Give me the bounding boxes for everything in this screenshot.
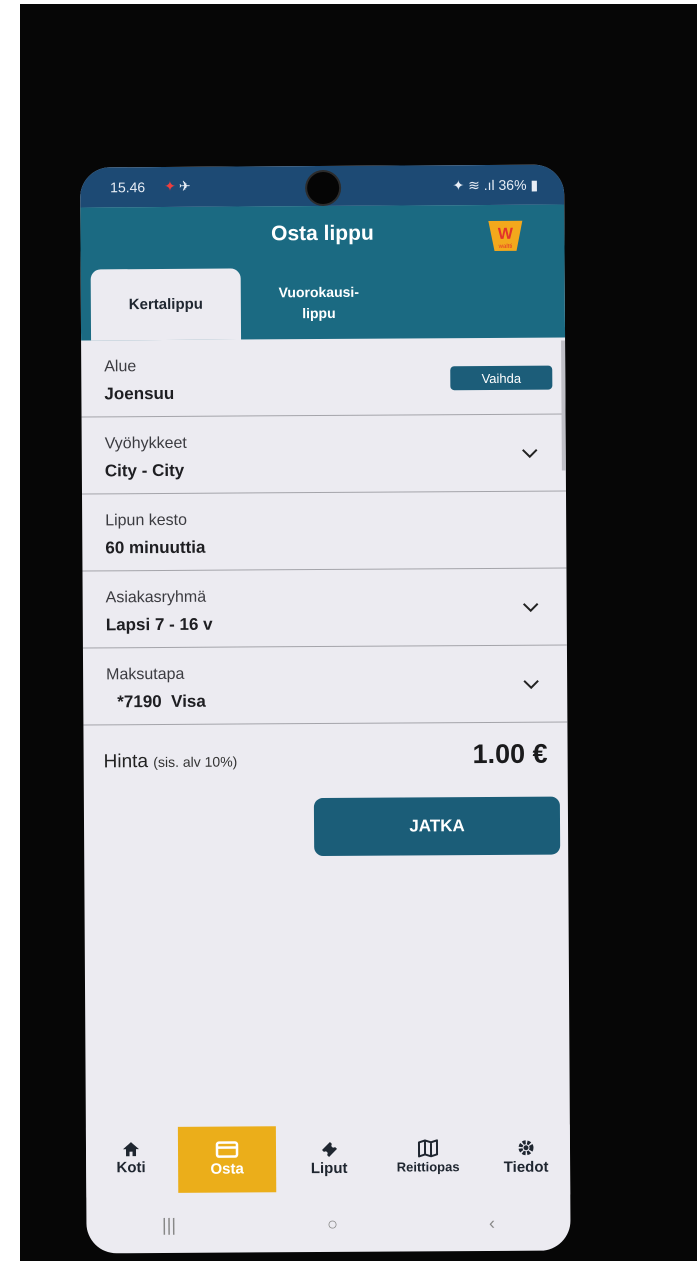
app-header: Osta lippu W waltti Kertalippu Vuorokaus… <box>80 204 566 341</box>
nav-item-osta[interactable]: Osta <box>177 1126 277 1193</box>
nav-label: Tiedot <box>503 1158 549 1176</box>
price-value: 1.00 € <box>472 738 548 770</box>
phone-screen: 15.46 ✦✈ ✦ ≋ .ıl 36% ▮ Osta lippu W walt… <box>80 164 571 1254</box>
nav-item-liput[interactable]: Liput <box>290 1126 368 1192</box>
zones-label: Vyöhykkeet <box>104 434 187 453</box>
bottom-navigation: Koti Osta Liput Reittiopas Tiedot <box>85 1124 571 1198</box>
change-area-button[interactable]: Vaihda <box>450 365 553 391</box>
nav-item-koti[interactable]: Koti <box>96 1127 166 1193</box>
payment-value: *7190 Visa <box>117 691 206 712</box>
vat-note: (sis. alv 10%) <box>153 753 238 771</box>
customer-group-field[interactable]: Asiakasryhmä Lapsi 7 - 16 v <box>82 568 567 649</box>
home-button[interactable]: ○ <box>327 1213 338 1234</box>
tab-label-line1: Vuorokausi- <box>278 283 360 301</box>
continue-button[interactable]: JATKA <box>313 796 561 857</box>
battery-icon: ▮ <box>526 176 539 193</box>
area-field: Alue Joensuu Vaihda <box>81 337 566 418</box>
ticket-icon <box>322 1141 338 1157</box>
card-icon <box>215 1141 239 1158</box>
nav-label: Liput <box>310 1159 348 1178</box>
tab-label: Kertalippu <box>128 295 203 314</box>
camera-cutout <box>307 171 340 205</box>
scrollbar[interactable] <box>561 340 566 471</box>
nav-label: Reittiopas <box>396 1159 460 1175</box>
map-icon <box>417 1139 439 1158</box>
payment-label: Maksutapa <box>106 665 185 684</box>
customer-group-value: Lapsi 7 - 16 v <box>105 614 213 635</box>
gear-icon <box>518 1140 534 1156</box>
chevron-down-icon <box>522 602 539 613</box>
tab-label-line2: lippu <box>302 304 336 322</box>
nav-label: Osta <box>210 1160 244 1178</box>
status-indicators: ✦ ≋ .ıl 36% ▮ <box>452 177 538 195</box>
notification-icons: ✦✈ <box>164 177 194 194</box>
svg-text:W: W <box>498 226 514 243</box>
area-label: Alue <box>104 358 137 376</box>
nav-item-reittiopas[interactable]: Reittiopas <box>380 1125 476 1192</box>
zones-field[interactable]: Vyöhykkeet City - City <box>81 414 566 495</box>
payment-method-field[interactable]: Maksutapa *7190 Visa <box>82 645 568 726</box>
zones-value: City - City <box>104 460 185 481</box>
price-label: Hinta (sis. alv 10%) <box>104 751 238 774</box>
recents-button[interactable]: ||| <box>162 1214 176 1235</box>
svg-text:waltti: waltti <box>498 244 513 250</box>
duration-label: Lipun kesto <box>105 511 188 530</box>
chevron-down-icon <box>523 679 539 690</box>
duration-value: 60 minuuttia <box>105 537 206 558</box>
battery-level: 36% <box>498 176 527 193</box>
tab-kertalippu[interactable]: Kertalippu <box>90 268 242 341</box>
signal-icon: ✦ ≋ .ıl <box>452 176 499 194</box>
price-label-text: Hinta <box>103 751 149 773</box>
system-navigation-bar: ||| ○ ‹ <box>86 1195 570 1254</box>
chevron-down-icon <box>522 448 538 459</box>
customer-group-label: Asiakasryhmä <box>105 588 207 607</box>
duration-field: Lipun kesto 60 minuuttia <box>82 491 567 572</box>
tab-vuorokausilippu[interactable]: Vuorokausi- lippu <box>259 282 379 325</box>
area-value: Joensuu <box>104 383 175 404</box>
nav-label: Koti <box>116 1159 146 1177</box>
back-button[interactable]: ‹ <box>489 1212 495 1233</box>
home-icon <box>123 1142 140 1157</box>
nav-item-tiedot[interactable]: Tiedot <box>488 1125 564 1191</box>
waltti-logo-icon: W waltti <box>488 220 523 251</box>
status-time: 15.46 <box>110 179 146 196</box>
